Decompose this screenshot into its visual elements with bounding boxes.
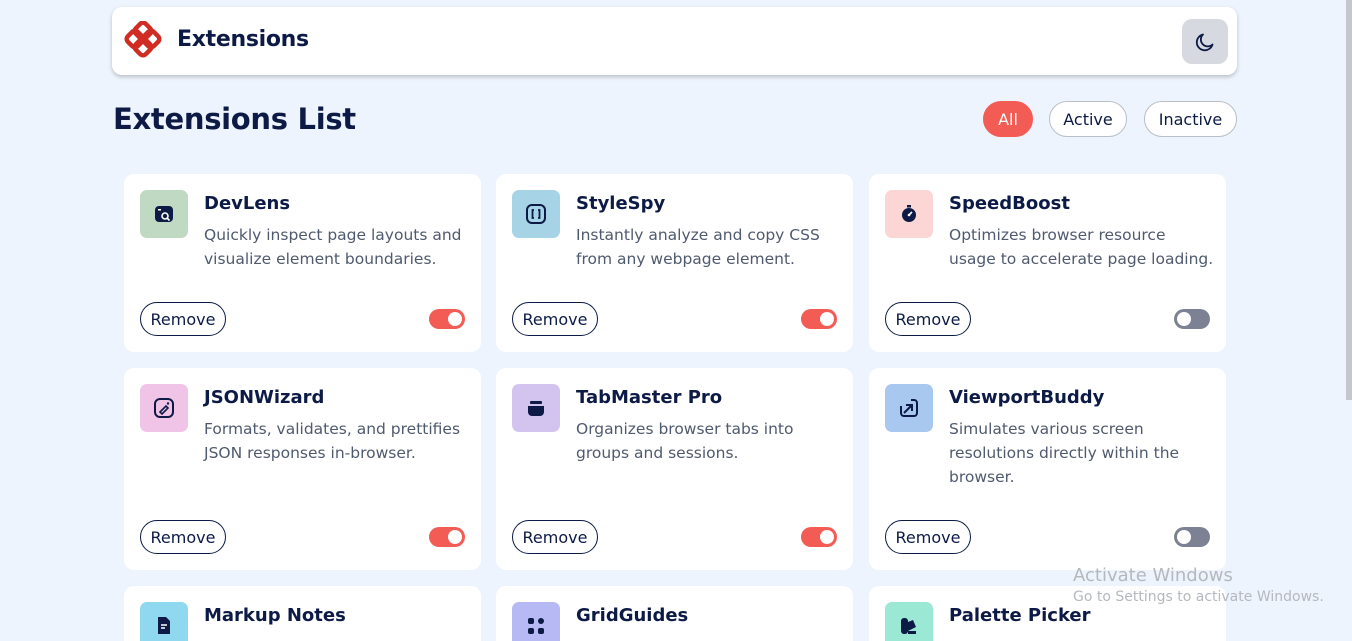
watermark-title: Activate Windows — [1073, 565, 1233, 586]
extension-card: StyleSpy Instantly analyze and copy CSS … — [496, 174, 853, 352]
extension-toggle[interactable] — [801, 527, 837, 547]
extension-card: Markup Notes — [124, 586, 481, 641]
toggle-knob — [448, 312, 462, 326]
remove-button[interactable]: Remove — [885, 302, 971, 336]
extension-toggle[interactable] — [429, 527, 465, 547]
palette-picker-icon — [885, 602, 933, 641]
filter-active-button[interactable]: Active — [1049, 101, 1127, 137]
extension-description: Instantly analyze and copy CSS from any … — [576, 226, 820, 268]
page-title: Extensions List — [113, 102, 356, 136]
remove-button[interactable]: Remove — [512, 520, 598, 554]
extension-toggle[interactable] — [1174, 527, 1210, 547]
brand-name: Extensions — [177, 27, 309, 52]
app-header: Extensions — [112, 7, 1237, 75]
extension-name: GridGuides — [576, 605, 689, 626]
extension-description: Simulates various screen resolutions dir… — [949, 420, 1180, 486]
extension-name: TabMaster Pro — [576, 387, 723, 408]
tabmaster-icon — [512, 384, 560, 432]
extension-description: Quickly inspect page layouts and visuali… — [204, 226, 462, 268]
extension-card: GridGuides — [496, 586, 853, 641]
stylespy-icon — [512, 190, 560, 238]
extension-card: JSONWizard Formats, validates, and prett… — [124, 368, 481, 570]
remove-button[interactable]: Remove — [140, 302, 226, 336]
extension-card: SpeedBoost Optimizes browser resource us… — [869, 174, 1226, 352]
remove-button[interactable]: Remove — [140, 520, 226, 554]
extension-name: Palette Picker — [949, 605, 1091, 626]
viewportbuddy-icon — [885, 384, 933, 432]
toggle-knob — [448, 530, 462, 544]
gridguides-icon — [512, 602, 560, 641]
remove-button[interactable]: Remove — [512, 302, 598, 336]
extension-name: DevLens — [204, 193, 291, 214]
extension-toggle[interactable] — [1174, 309, 1210, 329]
moon-icon — [1195, 33, 1214, 51]
toggle-knob — [820, 530, 834, 544]
extension-card: TabMaster Pro Organizes browser tabs int… — [496, 368, 853, 570]
activate-windows-watermark: Activate Windows Go to Settings to activ… — [1073, 565, 1324, 605]
extensions-logo-icon — [124, 21, 162, 58]
extension-name: JSONWizard — [204, 387, 325, 408]
extension-name: ViewportBuddy — [949, 387, 1105, 408]
extension-description: Organizes browser tabs into groups and s… — [576, 420, 794, 462]
extension-description: Optimizes browser resource usage to acce… — [949, 226, 1214, 268]
speedboost-icon — [885, 190, 933, 238]
extension-card: DevLens Quickly inspect page layouts and… — [124, 174, 481, 352]
extension-name: StyleSpy — [576, 193, 666, 214]
theme-toggle-button[interactable] — [1182, 19, 1228, 64]
devlens-icon — [140, 190, 188, 238]
page-scrollbar[interactable] — [1346, 0, 1352, 400]
extension-description: Formats, validates, and prettifies JSON … — [204, 420, 461, 462]
extension-name: SpeedBoost — [949, 193, 1070, 214]
filter-all-button[interactable]: All — [983, 101, 1033, 137]
extension-name: Markup Notes — [204, 605, 346, 626]
filter-inactive-button[interactable]: Inactive — [1144, 101, 1237, 137]
watermark-subtitle: Go to Settings to activate Windows. — [1073, 589, 1324, 605]
extension-toggle[interactable] — [429, 309, 465, 329]
remove-button[interactable]: Remove — [885, 520, 971, 554]
extension-toggle[interactable] — [801, 309, 837, 329]
toggle-knob — [1177, 530, 1191, 544]
toggle-knob — [1177, 312, 1191, 326]
toggle-knob — [820, 312, 834, 326]
jsonwizard-icon — [140, 384, 188, 432]
extension-card: ViewportBuddy Simulates various screen r… — [869, 368, 1226, 570]
markup-notes-icon — [140, 602, 188, 641]
